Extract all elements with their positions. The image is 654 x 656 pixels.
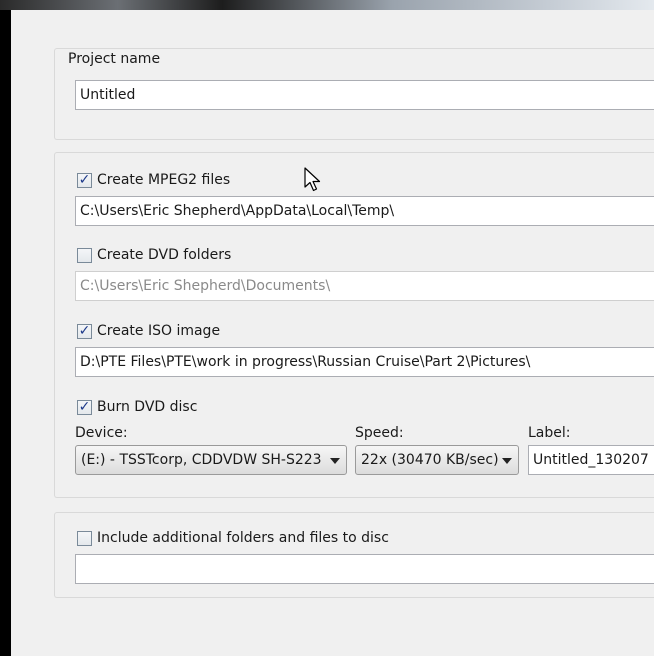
- additional-path-input[interactable]: [75, 554, 654, 584]
- chevron-down-icon: [502, 458, 512, 464]
- mouse-pointer-icon: [304, 167, 321, 192]
- disc-label-input[interactable]: Untitled_130207: [528, 445, 654, 475]
- window-titlebar-strip: [0, 0, 654, 10]
- create-dvd-folders-label[interactable]: Create DVD folders: [97, 247, 231, 263]
- disc-settings-panel: Project name Untitled ✓ Create MPEG2 fil…: [11, 10, 654, 656]
- create-dvd-folders-checkbox[interactable]: [77, 248, 92, 263]
- create-mpeg2-label[interactable]: Create MPEG2 files: [97, 172, 230, 188]
- device-select-value: (E:) - TSSTcorp, CDDVDW SH-S223: [81, 452, 322, 468]
- chevron-down-icon: [330, 458, 340, 464]
- burn-dvd-label[interactable]: Burn DVD disc: [97, 399, 197, 415]
- mpeg2-path-input[interactable]: C:\Users\Eric Shepherd\AppData\Local\Tem…: [75, 196, 654, 226]
- device-select[interactable]: (E:) - TSSTcorp, CDDVDW SH-S223: [75, 445, 347, 475]
- checkmark-icon: ✓: [78, 323, 91, 339]
- checkmark-icon: ✓: [78, 399, 91, 415]
- disc-label-label: Label:: [528, 425, 571, 441]
- speed-label: Speed:: [355, 425, 404, 441]
- burn-dvd-checkbox[interactable]: ✓: [77, 399, 92, 415]
- device-label: Device:: [75, 425, 128, 441]
- speed-select-value: 22x (30470 KB/sec): [361, 452, 499, 468]
- include-additional-checkbox[interactable]: [77, 531, 92, 546]
- dvd-folders-path-input: C:\Users\Eric Shepherd\Documents\: [75, 271, 654, 301]
- create-iso-checkbox[interactable]: ✓: [77, 323, 92, 339]
- iso-path-input[interactable]: D:\PTE Files\PTE\work in progress\Russia…: [75, 347, 654, 377]
- speed-select[interactable]: 22x (30470 KB/sec): [355, 445, 519, 475]
- project-name-input[interactable]: Untitled: [75, 80, 654, 110]
- create-iso-label[interactable]: Create ISO image: [97, 323, 220, 339]
- include-additional-label[interactable]: Include additional folders and files to …: [97, 530, 389, 546]
- project-name-label: Project name: [68, 51, 161, 67]
- checkmark-icon: ✓: [78, 172, 91, 188]
- create-mpeg2-checkbox[interactable]: ✓: [77, 172, 92, 188]
